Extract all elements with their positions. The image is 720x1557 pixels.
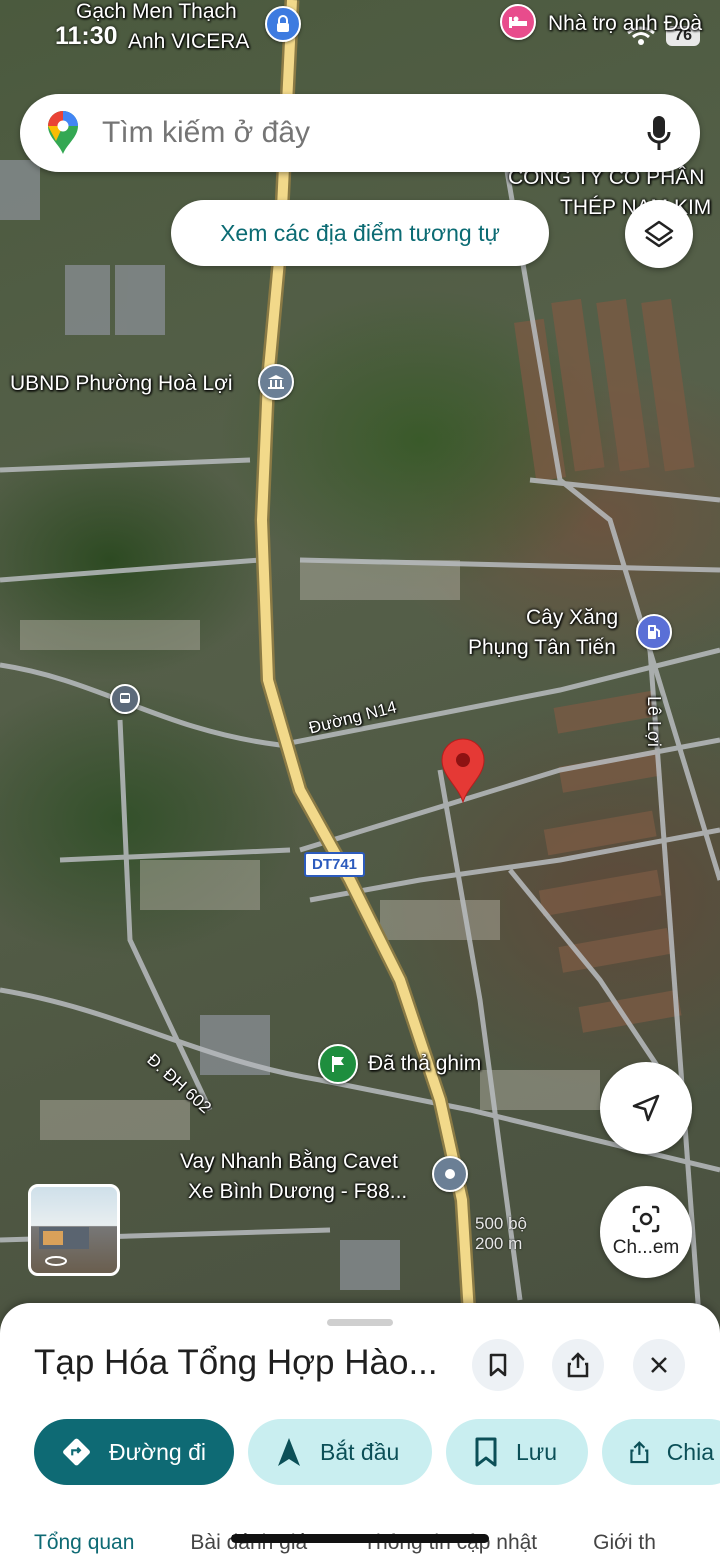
tab-overview[interactable]: Tổng quan — [34, 1531, 134, 1555]
bookmark-icon — [489, 1353, 507, 1377]
home-indicator[interactable] — [231, 1534, 489, 1543]
bookmark-button[interactable] — [472, 1339, 524, 1391]
selected-location-pin-icon[interactable] — [440, 738, 486, 804]
map-view[interactable]: 11:30 76 Gạch Men Thạch Anh VICERA Nhà t… — [0, 0, 720, 1330]
google-maps-pin-icon — [48, 111, 78, 154]
close-icon — [651, 1357, 667, 1373]
search-bar[interactable] — [20, 94, 700, 172]
search-input[interactable] — [102, 116, 602, 150]
sheet-drag-handle[interactable] — [327, 1319, 393, 1326]
share-button[interactable] — [552, 1339, 604, 1391]
start-label: Bắt đầu — [320, 1438, 400, 1465]
map-label-le-loi: Lê Lợi — [644, 696, 664, 747]
close-button[interactable] — [633, 1339, 685, 1391]
map-label-gas-1: Cây Xăng — [526, 606, 619, 629]
bookmark-save-icon — [475, 1437, 497, 1467]
bus-stop-icon[interactable] — [110, 684, 140, 714]
similar-places-chip[interactable]: Xem các địa điểm tương tự — [171, 200, 549, 266]
gas-station-pin-icon[interactable] — [636, 614, 672, 650]
my-location-button[interactable] — [600, 1062, 692, 1154]
map-scale: 500 bộ 200 m — [475, 1214, 527, 1254]
street-view-thumbnail[interactable] — [28, 1184, 120, 1276]
layers-button[interactable] — [625, 200, 693, 268]
map-label-gas-2: Phụng Tân Tiến — [468, 636, 616, 659]
directions-label: Đường đi — [109, 1438, 206, 1465]
map-label-loan-1: Vay Nhanh Bằng Cavet — [180, 1150, 398, 1173]
lens-button[interactable]: Ch...em — [600, 1186, 692, 1278]
start-arrow-icon — [278, 1438, 300, 1466]
place-bottom-sheet[interactable]: Tạp Hóa Tổng Hợp Hào... Đường đi Bắt đầu… — [0, 1303, 720, 1557]
map-label-gach-men: Gạch Men Thạch — [76, 0, 237, 23]
scale-meters: 200 m — [475, 1234, 523, 1253]
road-shield-dt741: DT741 — [304, 852, 366, 877]
save-label: Lưu — [516, 1438, 557, 1465]
street-view-rotate-icon — [39, 1227, 89, 1266]
navigate-icon — [632, 1094, 660, 1122]
map-label-dropped-pin: Đã thả ghim — [368, 1052, 482, 1075]
lens-label: Ch...em — [612, 1237, 680, 1258]
map-label-vicera: Anh VICERA — [128, 30, 250, 53]
tab-about[interactable]: Giới th — [593, 1531, 656, 1555]
directions-button[interactable]: Đường đi — [34, 1419, 234, 1485]
layers-icon — [644, 220, 674, 248]
share-action-icon — [630, 1441, 649, 1464]
scale-feet: 500 bộ — [475, 1214, 527, 1233]
share-action-button[interactable]: Chia — [602, 1419, 720, 1485]
share-icon — [567, 1352, 589, 1378]
hotel-pin-icon[interactable] — [500, 4, 536, 40]
share-action-label: Chia — [666, 1438, 714, 1465]
directions-icon — [63, 1438, 90, 1466]
place-pin-icon[interactable] — [432, 1156, 468, 1192]
lens-icon — [632, 1205, 660, 1233]
dropped-pin-flag-icon[interactable] — [318, 1044, 358, 1084]
map-label-loan-2: Xe Bình Dương - F88... — [188, 1180, 408, 1203]
save-button[interactable]: Lưu — [446, 1419, 588, 1485]
lock-pin-icon[interactable] — [265, 6, 301, 42]
map-label-nha-tro: Nhà trọ anh Đoà — [548, 12, 703, 35]
start-button[interactable]: Bắt đầu — [248, 1419, 432, 1485]
action-buttons: Đường đi Bắt đầu Lưu Chia — [34, 1419, 720, 1485]
mic-icon[interactable] — [646, 114, 672, 152]
status-time: 11:30 — [55, 22, 118, 50]
map-label-ubnd: UBND Phường Hoà Lợi — [10, 372, 233, 395]
government-pin-icon[interactable] — [258, 364, 294, 400]
place-title: Tạp Hóa Tổng Hợp Hào... — [34, 1343, 438, 1382]
